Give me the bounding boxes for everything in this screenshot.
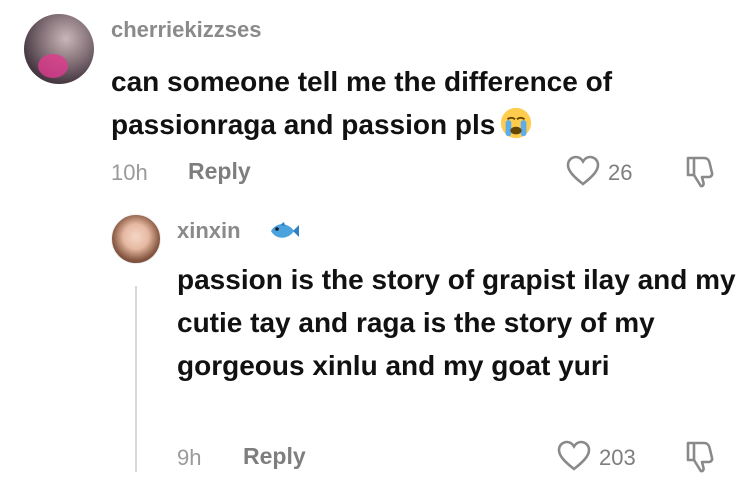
thread-line xyxy=(135,286,137,472)
thumbs-down-icon[interactable] xyxy=(684,439,716,473)
avatar-cherriekizzses[interactable] xyxy=(24,14,94,84)
comment-like-count: 26 xyxy=(608,160,633,185)
comment-time: 10h xyxy=(111,160,148,185)
comment-reply-button[interactable]: Reply xyxy=(188,158,251,185)
reply-reply-button[interactable]: Reply xyxy=(243,443,306,470)
thumbs-down-icon[interactable] xyxy=(684,154,716,188)
fish-emoji xyxy=(271,222,299,238)
reply-like-count: 203 xyxy=(599,445,636,470)
reply-time: 9h xyxy=(177,445,202,470)
comment-text: can someone tell me the difference of pa… xyxy=(111,60,731,146)
heart-outline-icon[interactable] xyxy=(557,440,591,472)
comment-text-body: can someone tell me the difference of pa… xyxy=(111,66,613,140)
avatar-xinxin[interactable] xyxy=(111,214,161,264)
reply-username[interactable]: xinxin xyxy=(177,218,241,244)
heart-outline-icon[interactable] xyxy=(566,155,600,187)
loudly-crying-face-emoji xyxy=(501,107,532,139)
reply-text: passion is the story of grapist ilay and… xyxy=(177,264,736,381)
comment-username[interactable]: cherriekizzses xyxy=(111,17,261,43)
